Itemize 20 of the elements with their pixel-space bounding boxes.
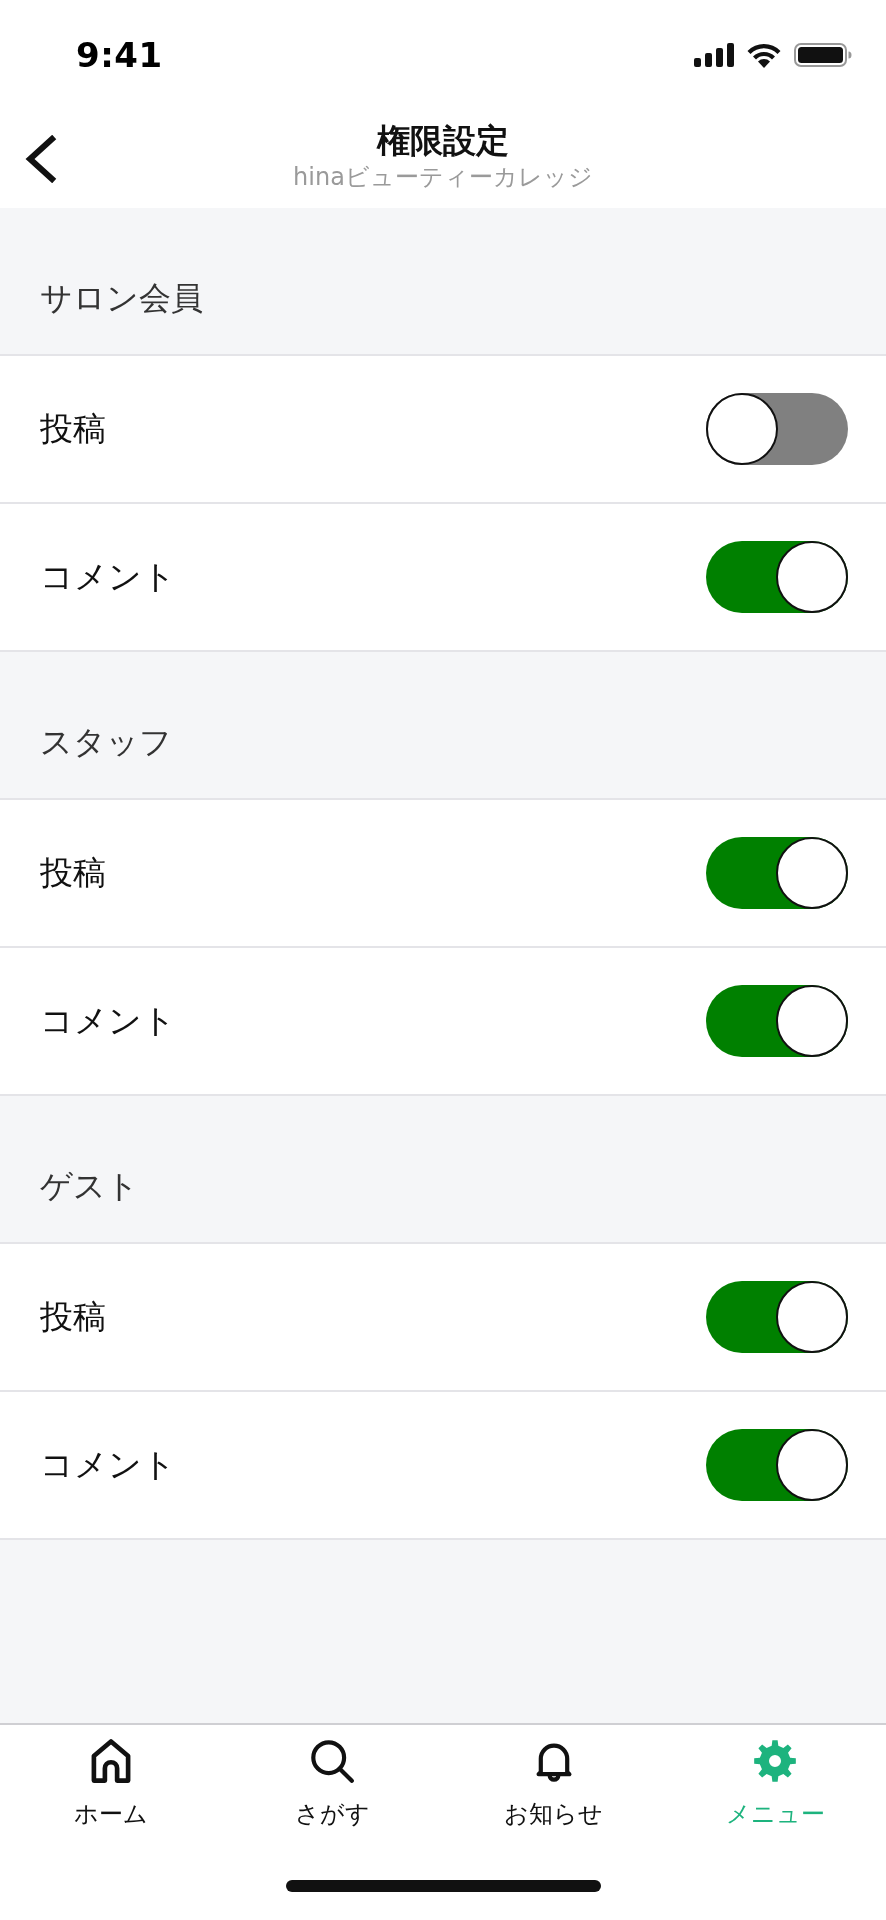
settings-icon xyxy=(753,1739,798,1783)
setting-label: 投稿 xyxy=(40,853,106,893)
tab-item[interactable]: さがす xyxy=(294,1739,370,1829)
wifi-icon xyxy=(746,42,782,68)
setting-label: コメント xyxy=(40,1445,176,1485)
tab-item[interactable]: お知らせ xyxy=(504,1739,604,1829)
section-title: ゲスト xyxy=(40,1166,139,1206)
section-title: スタッフ xyxy=(40,722,172,762)
setting-label: 投稿 xyxy=(40,409,106,449)
status-time: 9:41 xyxy=(76,35,163,75)
tab-item[interactable]: ホーム xyxy=(73,1739,148,1829)
signal-icon xyxy=(694,43,734,67)
battery-icon xyxy=(794,43,852,67)
setting-label: 投稿 xyxy=(40,1297,106,1337)
setting-label: コメント xyxy=(40,1001,176,1041)
search-icon xyxy=(310,1739,355,1783)
page-subtitle: hinaビューティーカレッジ xyxy=(293,162,593,192)
page-title: 権限設定 xyxy=(377,120,509,162)
section-title: サロン会員 xyxy=(40,278,203,318)
setting-label: コメント xyxy=(40,557,176,597)
